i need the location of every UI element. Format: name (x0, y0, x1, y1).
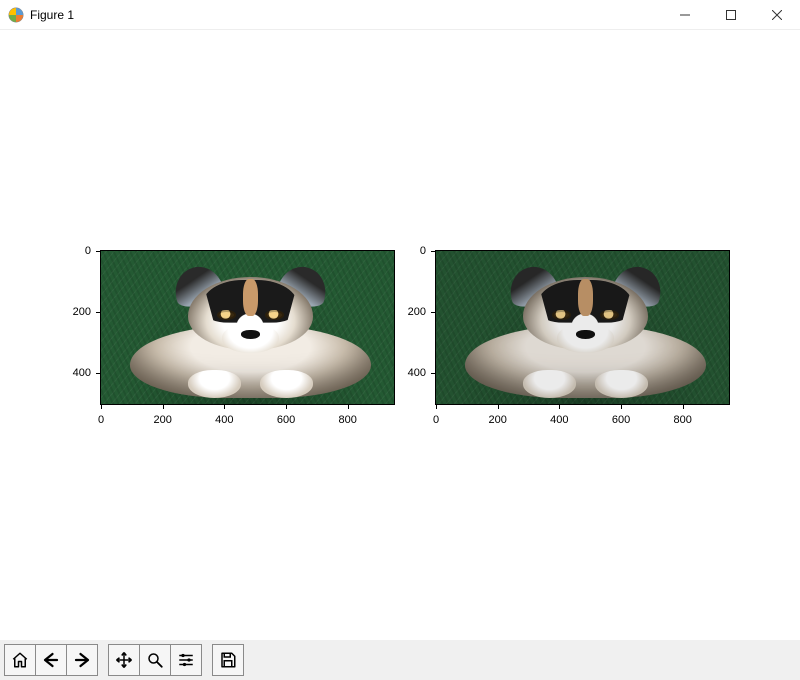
back-button[interactable] (35, 644, 67, 676)
x-tick (559, 405, 560, 409)
window-minimize-button[interactable] (662, 0, 708, 30)
y-tick (96, 373, 100, 374)
y-tick-label: 200 (408, 306, 426, 318)
y-tick-label: 200 (73, 306, 91, 318)
y-tick-label: 0 (420, 245, 426, 257)
x-tick-label: 800 (674, 414, 692, 426)
x-tick (163, 405, 164, 409)
x-tick (348, 405, 349, 409)
image-left (101, 251, 394, 404)
x-tick (436, 405, 437, 409)
window-maximize-button[interactable] (708, 0, 754, 30)
figure-canvas[interactable]: 02004006008000200400 0200400600800020040… (0, 30, 800, 640)
y-tick (431, 312, 435, 313)
window-title: Figure 1 (30, 8, 74, 22)
y-tick (96, 251, 100, 252)
x-tick-label: 800 (339, 414, 357, 426)
x-tick-label: 0 (433, 414, 439, 426)
x-tick (101, 405, 102, 409)
x-tick (286, 405, 287, 409)
y-tick-label: 400 (73, 367, 91, 379)
image-right (436, 251, 729, 404)
window-titlebar: Figure 1 (0, 0, 800, 30)
x-tick-label: 200 (488, 414, 506, 426)
axes-right[interactable]: 02004006008000200400 (435, 250, 730, 405)
x-tick (498, 405, 499, 409)
x-tick-label: 400 (550, 414, 568, 426)
y-tick-label: 0 (85, 245, 91, 257)
y-tick (431, 373, 435, 374)
y-tick (96, 312, 100, 313)
x-tick (621, 405, 622, 409)
axes-left[interactable]: 02004006008000200400 (100, 250, 395, 405)
mpl-toolbar (0, 640, 800, 680)
save-button[interactable] (212, 644, 244, 676)
x-tick (224, 405, 225, 409)
x-tick-label: 0 (98, 414, 104, 426)
y-tick-label: 400 (408, 367, 426, 379)
x-tick-label: 400 (215, 414, 233, 426)
app-icon (8, 7, 24, 23)
x-tick-label: 600 (612, 414, 630, 426)
x-tick (683, 405, 684, 409)
pan-button[interactable] (108, 644, 140, 676)
x-tick-label: 200 (153, 414, 171, 426)
home-button[interactable] (4, 644, 36, 676)
window-close-button[interactable] (754, 0, 800, 30)
zoom-button[interactable] (139, 644, 171, 676)
forward-button[interactable] (66, 644, 98, 676)
configure-subplots-button[interactable] (170, 644, 202, 676)
x-tick-label: 600 (277, 414, 295, 426)
y-tick (431, 251, 435, 252)
